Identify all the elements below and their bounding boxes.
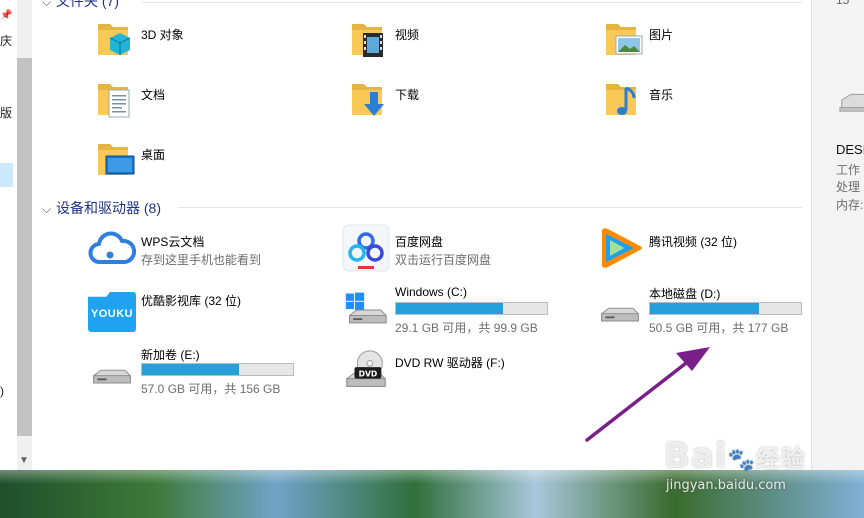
watermark-text: Bai🐾经验 [664, 436, 806, 476]
watermark-url: jingyan.baidu.com [666, 478, 786, 493]
baidu-jingyan-watermark: Bai🐾经验 jingyan.baidu.com [664, 430, 824, 500]
